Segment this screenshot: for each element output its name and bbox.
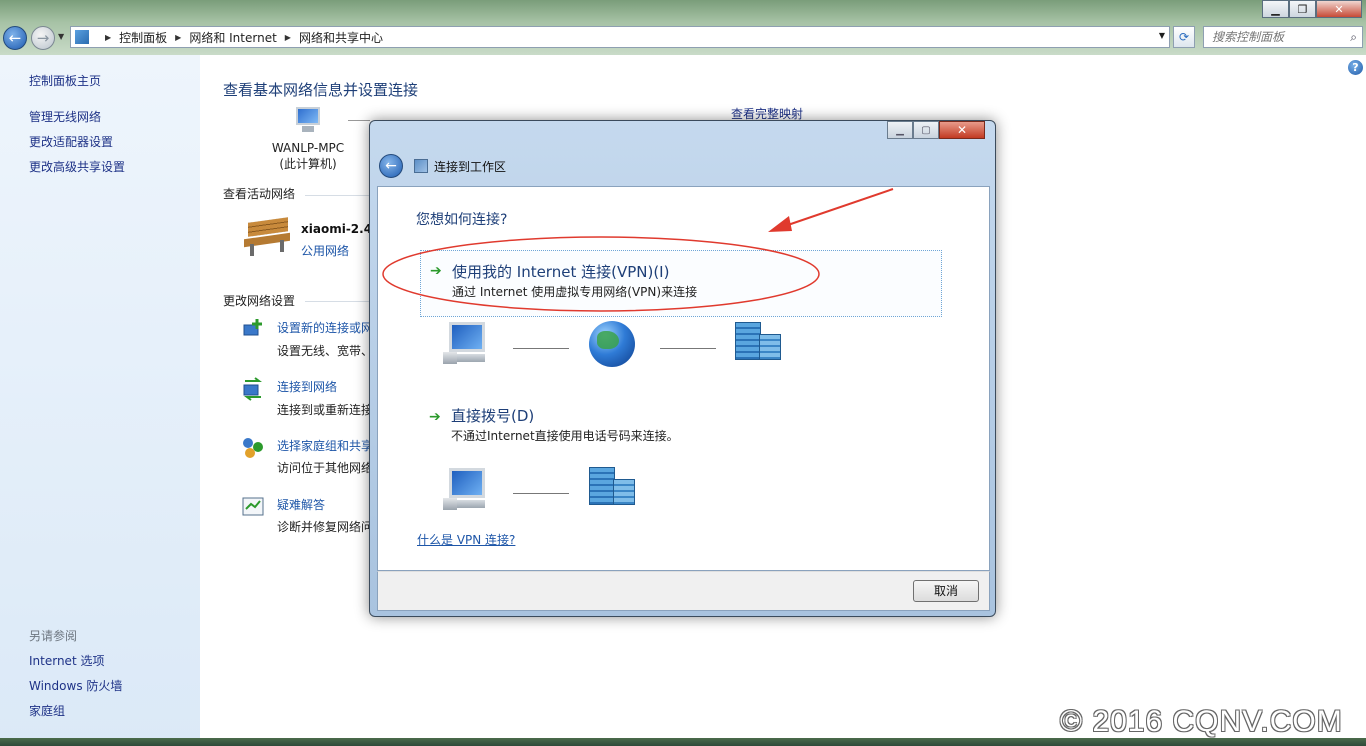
search-icon[interactable]: ⌕ bbox=[1350, 30, 1357, 45]
minimize-button[interactable]: ▁ bbox=[1262, 0, 1289, 18]
green-arrow-icon: ➔ bbox=[429, 409, 441, 425]
task-link-connect-network[interactable]: 连接到网络 bbox=[277, 378, 337, 395]
help-icon[interactable]: ? bbox=[1348, 60, 1363, 75]
link-internet-options[interactable]: Internet 选项 bbox=[29, 652, 104, 669]
forward-button[interactable]: → bbox=[31, 26, 55, 50]
link-advanced-sharing[interactable]: 更改高级共享设置 bbox=[29, 158, 125, 175]
search-box[interactable]: ⌕ bbox=[1203, 26, 1363, 48]
dialog-footer: 取消 bbox=[377, 571, 990, 611]
divider bbox=[305, 195, 370, 196]
left-navigation-pane: 控制面板主页 管理无线网络 更改适配器设置 更改高级共享设置 另请参阅 Inte… bbox=[0, 55, 200, 746]
address-bar[interactable]: ▶ 控制面板 ▶ 网络和 Internet ▶ 网络和共享中心 ▼ bbox=[70, 26, 1170, 48]
option-dialup-title[interactable]: 直接拨号(D) bbox=[451, 405, 534, 426]
arrow-right-icon: → bbox=[36, 29, 50, 47]
network-type-link[interactable]: 公用网络 bbox=[301, 242, 349, 259]
link-windows-firewall[interactable]: Windows 防火墙 bbox=[29, 677, 122, 694]
option-vpn-desc: 通过 Internet 使用虚拟专用网络(VPN)来连接 bbox=[452, 285, 698, 299]
address-dropdown-icon[interactable]: ▼ bbox=[1159, 31, 1165, 40]
taskbar bbox=[0, 738, 1366, 746]
troubleshoot-icon bbox=[241, 495, 265, 519]
dialog-window-controls: ▁ ▢ ✕ bbox=[887, 121, 985, 139]
option-vpn-title[interactable]: 使用我的 Internet 连接(VPN)(I) bbox=[452, 261, 669, 282]
breadcrumb-network-internet[interactable]: 网络和 Internet bbox=[189, 29, 276, 46]
divider bbox=[305, 301, 370, 302]
link-manage-wireless[interactable]: 管理无线网络 bbox=[29, 108, 101, 125]
cancel-button[interactable]: 取消 bbox=[913, 580, 979, 602]
computer-icon bbox=[292, 107, 324, 135]
computer-subtitle: (此计算机) bbox=[279, 157, 337, 171]
search-input[interactable] bbox=[1204, 27, 1338, 47]
chevron-right-icon[interactable]: ▶ bbox=[285, 33, 291, 42]
computer-icon bbox=[443, 468, 489, 510]
task-link-troubleshoot[interactable]: 疑难解答 bbox=[277, 496, 325, 513]
connection-line bbox=[660, 348, 716, 349]
dialog-close-button[interactable]: ✕ bbox=[939, 121, 985, 139]
option-vpn[interactable]: ➔ 使用我的 Internet 连接(VPN)(I) 通过 Internet 使… bbox=[420, 250, 942, 317]
control-panel-icon bbox=[75, 30, 89, 44]
connect-network-icon bbox=[241, 377, 265, 401]
close-button[interactable]: ✕ bbox=[1316, 0, 1362, 18]
see-also-heading: 另请参阅 bbox=[29, 629, 78, 643]
green-arrow-icon: ➔ bbox=[430, 263, 442, 279]
public-network-bench-icon bbox=[244, 217, 292, 258]
back-button[interactable]: ← bbox=[3, 26, 27, 50]
recent-pages-dropdown[interactable]: ▼ bbox=[58, 32, 64, 41]
page-title: 查看基本网络信息并设置连接 bbox=[223, 81, 419, 99]
internet-globe-icon bbox=[589, 321, 635, 367]
explorer-title-bar: ▁ ❐ ✕ ← → ▼ ▶ 控制面板 ▶ 网络和 Internet ▶ 网络和共… bbox=[0, 0, 1366, 55]
homegroup-icon bbox=[241, 435, 265, 459]
link-homegroup[interactable]: 家庭组 bbox=[29, 702, 65, 719]
option-dialup-desc: 不通过Internet直接使用电话号码来连接。 bbox=[451, 429, 679, 443]
connection-line bbox=[513, 348, 569, 349]
workplace-connection-icon bbox=[414, 159, 428, 173]
refresh-icon: ⟳ bbox=[1178, 30, 1190, 44]
workplace-building-icon bbox=[589, 467, 637, 507]
dialog-back-button[interactable]: ← bbox=[379, 154, 403, 178]
chevron-right-icon[interactable]: ▶ bbox=[105, 33, 111, 42]
arrow-left-icon: ← bbox=[385, 158, 397, 174]
map-connector bbox=[348, 120, 370, 121]
watermark: © 2016 CQNV.COM bbox=[1060, 705, 1343, 738]
new-connection-icon bbox=[241, 317, 265, 341]
workplace-building-icon bbox=[735, 322, 783, 362]
dialog-title: 连接到工作区 bbox=[434, 160, 507, 174]
arrow-left-icon: ← bbox=[8, 29, 22, 47]
dialog-minimize-button[interactable]: ▁ bbox=[887, 121, 913, 139]
refresh-button[interactable]: ⟳ bbox=[1173, 26, 1195, 48]
dialog-question: 您想如何连接? bbox=[416, 212, 508, 228]
connect-workplace-dialog: ▁ ▢ ✕ ← 连接到工作区 您想如何连接? ➔ 使用我的 Internet 连… bbox=[369, 120, 996, 617]
what-is-vpn-link[interactable]: 什么是 VPN 连接? bbox=[417, 531, 515, 548]
connection-line bbox=[513, 493, 569, 494]
dialog-body: 您想如何连接? ➔ 使用我的 Internet 连接(VPN)(I) 通过 In… bbox=[377, 186, 990, 571]
computer-name: WANLP-MPC bbox=[271, 141, 345, 155]
link-control-panel-home[interactable]: 控制面板主页 bbox=[29, 72, 101, 89]
window-controls: ▁ ❐ ✕ bbox=[1262, 0, 1362, 18]
change-settings-heading: 更改网络设置 bbox=[223, 294, 296, 308]
link-adapter-settings[interactable]: 更改适配器设置 bbox=[29, 133, 113, 150]
dialog-maximize-button: ▢ bbox=[913, 121, 939, 139]
breadcrumb-network-sharing-center[interactable]: 网络和共享中心 bbox=[299, 29, 383, 46]
maximize-button[interactable]: ❐ bbox=[1289, 0, 1316, 18]
computer-icon bbox=[443, 322, 489, 364]
active-networks-heading: 查看活动网络 bbox=[223, 187, 296, 201]
this-computer-node: WANLP-MPC (此计算机) bbox=[265, 107, 351, 172]
breadcrumb-control-panel[interactable]: 控制面板 bbox=[119, 29, 167, 46]
chevron-right-icon[interactable]: ▶ bbox=[175, 33, 181, 42]
